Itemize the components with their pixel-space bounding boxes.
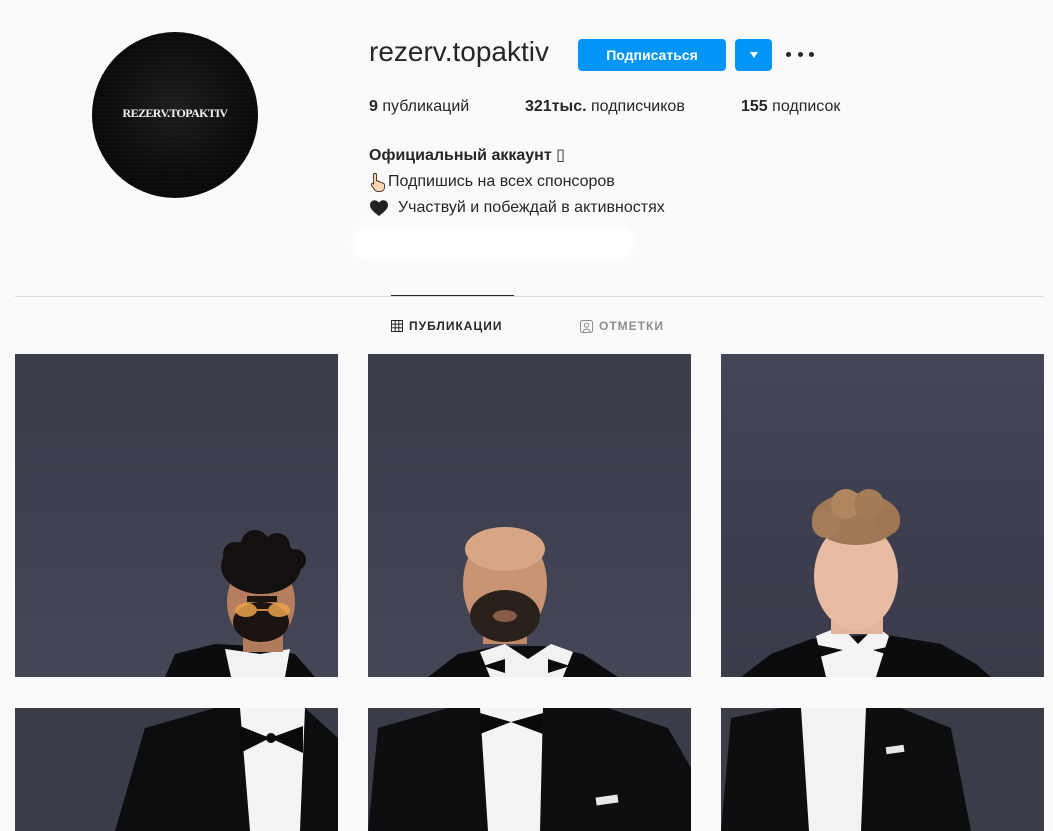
dot-icon [786, 51, 791, 57]
stat-followers[interactable]: 321тыс. подписчиков [525, 98, 685, 116]
tab-tagged[interactable]: ОТМЕТКИ [580, 319, 664, 333]
stat-following[interactable]: 155 подписок [741, 98, 840, 116]
black-heart-icon [370, 200, 388, 216]
bio-line-activities-text: Участвуй и побеждай в активностях [398, 199, 665, 216]
post-photo [741, 489, 991, 677]
suggested-accounts-dropdown-button[interactable] [735, 39, 772, 71]
post-thumbnail[interactable] [15, 708, 338, 831]
post-thumbnail[interactable] [721, 354, 1044, 677]
post-photo [165, 530, 315, 677]
profile-avatar[interactable]: REZERV.TOPAKTIV [92, 32, 258, 198]
tab-tagged-label: ОТМЕТКИ [599, 319, 664, 333]
grid-icon [391, 320, 403, 332]
profile-bio: Официальный аккаунт ▯ Подпишись на всех … [369, 143, 665, 221]
tab-posts-label: ПУБЛИКАЦИИ [409, 319, 503, 333]
profile-page: REZERV.TOPAKTIV rezerv.topaktiv Подписат… [0, 0, 1053, 831]
profile-username: rezerv.topaktiv [369, 36, 549, 67]
dot-icon [809, 51, 814, 57]
bio-line-sponsors: Подпишись на всех спонсоров [369, 169, 665, 195]
dot-icon [797, 51, 803, 57]
tabs-divider [15, 296, 1044, 297]
post-thumbnail[interactable] [368, 708, 691, 831]
stat-posts: 9 публикаций [369, 98, 469, 116]
post-thumbnail[interactable] [15, 354, 338, 677]
following-count: 155 [741, 98, 768, 115]
posts-label: публикаций [382, 98, 470, 115]
post-photo [721, 708, 1044, 831]
redacted-link [356, 227, 632, 259]
post-photo [368, 708, 691, 831]
following-label: подписок [772, 98, 841, 115]
avatar-logo-text: REZERV.TOPAKTIV [122, 106, 229, 120]
followers-count: 321тыс. [525, 98, 587, 115]
bio-line-sponsors-text: Подпишись на всех спонсоров [388, 173, 615, 190]
bio-line-activities: Участвуй и побеждай в активностях [369, 195, 665, 221]
posts-count: 9 [369, 98, 378, 115]
post-thumbnail[interactable] [721, 708, 1044, 831]
active-tab-indicator [391, 295, 514, 296]
bio-title: Официальный аккаунт ▯ [369, 147, 565, 164]
followers-label: подписчиков [591, 98, 685, 115]
more-options-button[interactable] [786, 44, 814, 64]
post-photo [15, 708, 338, 831]
chevron-down-icon [749, 52, 758, 58]
post-thumbnail[interactable] [368, 354, 691, 677]
pointing-hand-icon [370, 173, 385, 192]
tagged-person-icon [580, 319, 593, 333]
tab-posts[interactable]: ПУБЛИКАЦИИ [391, 319, 502, 333]
follow-button[interactable]: Подписаться [578, 39, 726, 71]
post-photo [428, 527, 618, 677]
